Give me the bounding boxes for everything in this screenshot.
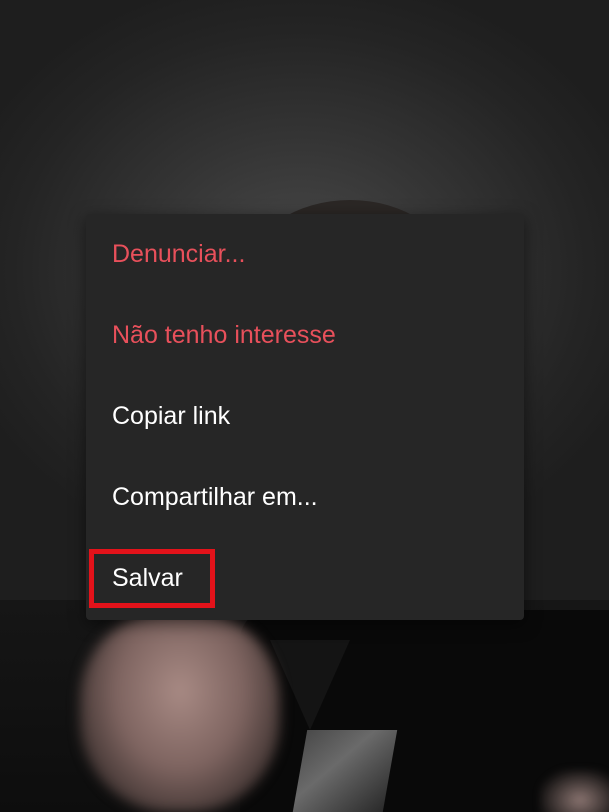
screen: Denunciar... Não tenho interesse Copiar … [0, 0, 609, 812]
video-person-tie [292, 730, 398, 812]
menu-item-share-label: Compartilhar em... [112, 483, 318, 511]
menu-item-save[interactable]: Salvar [86, 538, 524, 619]
menu-item-not-interested[interactable]: Não tenho interesse [86, 295, 524, 376]
menu-item-not-interested-label: Não tenho interesse [112, 321, 336, 349]
menu-item-share[interactable]: Compartilhar em... [86, 457, 524, 538]
menu-item-copy-link[interactable]: Copiar link [86, 376, 524, 457]
menu-item-report-label: Denunciar... [112, 240, 246, 268]
video-person-collar [270, 640, 350, 730]
context-menu: Denunciar... Não tenho interesse Copiar … [86, 214, 524, 620]
video-person-hand-right [540, 770, 609, 812]
menu-item-copy-link-label: Copiar link [112, 402, 231, 430]
menu-item-report[interactable]: Denunciar... [86, 214, 524, 295]
menu-item-save-label: Salvar [112, 564, 183, 592]
video-person-hand [80, 610, 280, 812]
